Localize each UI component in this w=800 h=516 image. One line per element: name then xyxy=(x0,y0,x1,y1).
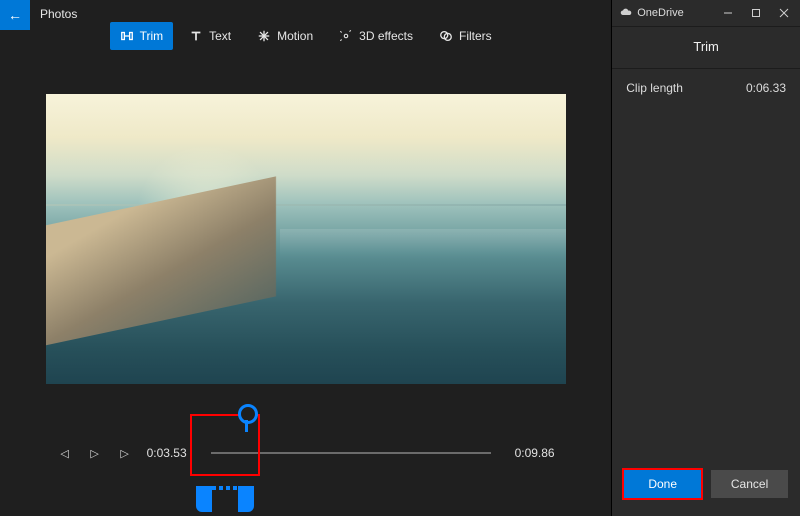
onedrive-icon xyxy=(620,6,632,21)
side-panel: OneDrive Trim Clip length 0:06.33 xyxy=(611,0,800,516)
preview-decoration xyxy=(280,229,566,259)
maximize-icon xyxy=(751,8,761,18)
preview-decoration xyxy=(46,204,566,206)
panel-footer: Done Cancel xyxy=(612,460,800,516)
tool-filters[interactable]: Filters xyxy=(429,22,502,50)
tool-strip: Trim Text Motion 3D effects xyxy=(0,22,611,54)
playback-timeline: ◁ ▷ ▷ 0:03.53 0:09.86 xyxy=(0,424,611,482)
app-title: Photos xyxy=(30,0,87,21)
next-frame-button[interactable]: ▷ xyxy=(117,445,133,461)
tool-label: Motion xyxy=(277,29,313,43)
motion-icon xyxy=(257,29,271,43)
filters-icon xyxy=(439,29,453,43)
tool-label: Trim xyxy=(140,29,164,43)
tool-label: Text xyxy=(209,29,231,43)
tool-motion[interactable]: Motion xyxy=(247,22,323,50)
prev-frame-button[interactable]: ◁ xyxy=(57,445,73,461)
panel-body: Clip length 0:06.33 xyxy=(612,69,800,460)
end-time: 0:09.86 xyxy=(505,446,555,460)
text-icon xyxy=(189,29,203,43)
clip-length-label: Clip length xyxy=(626,81,683,95)
done-button-label: Done xyxy=(648,477,677,491)
preview-wrap xyxy=(0,94,611,384)
minimize-button[interactable] xyxy=(714,2,742,24)
cancel-button-label: Cancel xyxy=(731,477,768,491)
trim-handle-start[interactable] xyxy=(196,486,212,512)
tool-text[interactable]: Text xyxy=(179,22,241,50)
cancel-button[interactable]: Cancel xyxy=(711,470,788,498)
tool-label: Filters xyxy=(459,29,492,43)
tool-trim[interactable]: Trim xyxy=(110,22,174,50)
clip-length-value: 0:06.33 xyxy=(746,81,786,95)
close-button[interactable] xyxy=(770,2,798,24)
app-root: ← Photos Trim Text Motion xyxy=(0,0,800,516)
panel-brand-label: OneDrive xyxy=(637,7,683,19)
clip-length-row: Clip length 0:06.33 xyxy=(626,81,786,95)
trim-selection[interactable] xyxy=(212,486,238,490)
play-button[interactable]: ▷ xyxy=(87,445,103,461)
trim-icon xyxy=(120,29,134,43)
maximize-button[interactable] xyxy=(742,2,770,24)
tool-3d-effects[interactable]: 3D effects xyxy=(329,22,423,50)
editor-pane: ← Photos Trim Text Motion xyxy=(0,0,611,516)
current-time: 0:03.53 xyxy=(147,446,197,460)
sparkle-icon xyxy=(339,29,353,43)
tool-label: 3D effects xyxy=(359,29,413,43)
playhead[interactable] xyxy=(238,404,258,424)
minimize-icon xyxy=(723,8,733,18)
video-preview[interactable] xyxy=(46,94,566,384)
done-button[interactable]: Done xyxy=(624,470,701,498)
window-controls xyxy=(714,2,798,24)
timeline-track[interactable] xyxy=(211,452,491,454)
panel-title: Trim xyxy=(612,27,800,69)
preview-decoration xyxy=(46,176,276,351)
trim-handle-end[interactable] xyxy=(238,486,254,512)
back-arrow-icon: ← xyxy=(8,7,22,23)
window-title-bar: OneDrive xyxy=(612,0,800,27)
panel-brand: OneDrive xyxy=(620,6,683,21)
close-icon xyxy=(779,8,789,18)
